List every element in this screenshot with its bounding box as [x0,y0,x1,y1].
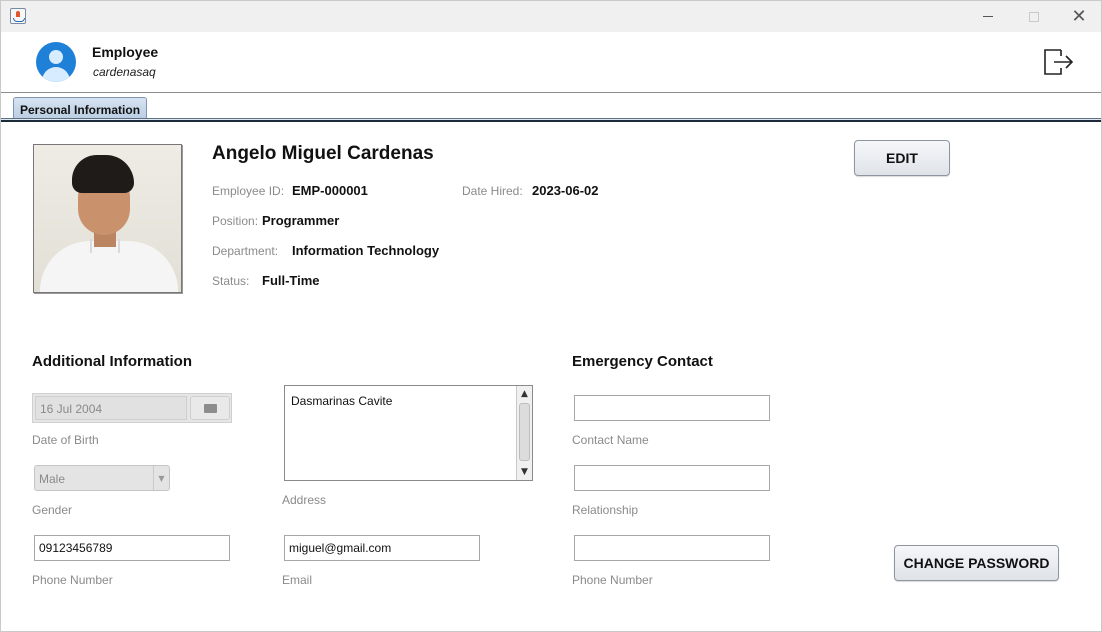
date-hired-value: 2023-06-02 [532,183,599,198]
title-bar: ✕ [1,1,1101,32]
gender-select: Male ▼ [34,465,170,491]
department-value: Information Technology [292,243,440,258]
position-label: Position: [212,214,259,228]
scroll-up-icon[interactable]: ▲ [517,387,532,401]
email-label: Email [282,573,313,587]
logout-icon[interactable] [1042,46,1074,78]
date-of-birth-label: Date of Birth [32,433,99,447]
java-icon [10,8,26,24]
scroll-down-icon[interactable]: ▼ [517,465,532,479]
emergency-contact-title: Emergency Contact [572,353,713,370]
date-hired-label: Date Hired: [462,184,523,198]
employee-id-label: Employee ID: [212,184,285,198]
date-of-birth-field: 16 Jul 2004 [35,396,187,420]
address-label: Address [282,493,327,507]
app-window: ✕ Employee cardenasaq Personal Informati… [0,0,1102,632]
profile-photo [33,144,182,293]
department-label: Department: [212,244,279,258]
phone-number-field[interactable]: 09123456789 [34,535,230,561]
scroll-thumb[interactable] [519,403,530,461]
contact-name-label: Contact Name [572,433,649,447]
calendar-button [190,396,230,420]
close-icon: ✕ [1071,5,1087,27]
date-of-birth-picker: 16 Jul 2004 [32,393,232,423]
username-label: cardenasaq [93,65,156,79]
emergency-phone-label: Phone Number [572,573,653,587]
address-value: Dasmarinas Cavite [291,394,393,408]
additional-information-title: Additional Information [32,353,192,370]
phone-number-label: Phone Number [32,573,113,587]
gender-value: Male [39,472,66,486]
status-value: Full-Time [262,273,320,288]
employee-id-value: EMP-000001 [292,183,368,198]
relationship-label: Relationship [572,503,639,517]
address-textarea[interactable]: Dasmarinas Cavite ▲ ▼ [284,385,533,481]
contact-name-field[interactable] [574,395,770,421]
chevron-down-icon: ▼ [153,466,169,490]
emergency-phone-field[interactable] [574,535,770,561]
position-value: Programmer [262,213,340,228]
close-button[interactable]: ✕ [1056,1,1102,32]
gender-label: Gender [32,503,73,517]
minimize-icon [983,16,993,17]
employee-name: Angelo Miguel Cardenas [212,143,434,164]
app-header: Employee cardenasaq [1,32,1101,93]
edit-button[interactable]: EDIT [854,140,950,176]
change-password-button[interactable]: CHANGE PASSWORD [894,545,1059,581]
address-scrollbar[interactable]: ▲ ▼ [516,386,532,480]
user-avatar-icon [36,42,76,82]
maximize-icon [1029,11,1039,22]
tab-divider [1,118,1101,122]
calendar-icon [203,403,217,413]
maximize-button[interactable] [1011,1,1057,32]
status-label: Status: [212,274,250,288]
relationship-field[interactable] [574,465,770,491]
role-label: Employee [92,44,159,60]
minimize-button[interactable] [965,1,1011,32]
email-field[interactable]: miguel@gmail.com [284,535,480,561]
